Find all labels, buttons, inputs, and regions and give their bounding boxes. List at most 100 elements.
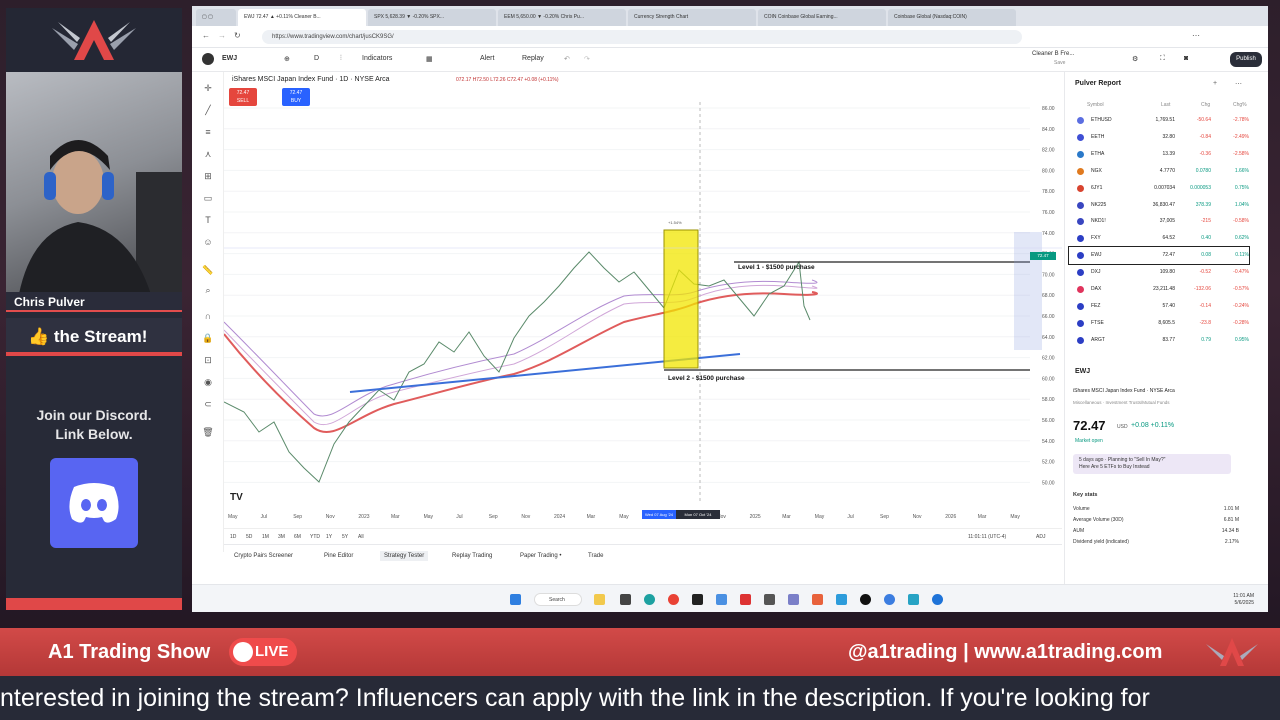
- browser-tab-5[interactable]: COIN Coinbase Global Earning...: [758, 9, 886, 26]
- browser-tab-2[interactable]: SPX 5,628.39 ▼ -0.20% SPX...: [368, 9, 496, 26]
- bottom-tab-5[interactable]: Trade: [588, 553, 603, 559]
- timeframe-ytd[interactable]: YTD: [310, 534, 320, 540]
- undo-icon[interactable]: ↶: [564, 55, 570, 63]
- bottom-tab-1[interactable]: Pine Editor: [324, 553, 353, 559]
- nav-back-icon[interactable]: ←: [202, 31, 210, 40]
- browser-menu-icon[interactable]: ⋯: [1192, 31, 1200, 40]
- user-avatar[interactable]: [202, 53, 214, 65]
- publish-button[interactable]: Publish: [1230, 52, 1262, 67]
- watchlist-row[interactable]: EETH 32.80 -0.84 -2.49%: [1069, 129, 1249, 146]
- browser-tab-3[interactable]: EEM 5,650.00 ▼ -0.20% Chris Pu...: [498, 9, 626, 26]
- browser-tab-6[interactable]: Coinbase Global (Nasdaq:COIN): [888, 9, 1016, 26]
- taskbar-clock[interactable]: 11:01 AM 5/6/2025: [1233, 593, 1254, 607]
- url-field[interactable]: https://www.tradingview.com/chart/jusCK9…: [262, 30, 1022, 44]
- app-icon-4[interactable]: [740, 594, 751, 605]
- lock-drawings-icon[interactable]: 🔒: [202, 332, 214, 344]
- more-menu-icon[interactable]: ⋯: [1235, 80, 1242, 88]
- explorer-icon[interactable]: [594, 594, 605, 605]
- col-last[interactable]: Last: [1161, 102, 1170, 108]
- app-icon-10[interactable]: [884, 594, 895, 605]
- alert-button[interactable]: Alert: [480, 55, 494, 62]
- symbol-search[interactable]: EWJ: [222, 55, 237, 62]
- watchlist-row[interactable]: FTSE 8,605.5 -23.8 -0.28%: [1069, 315, 1249, 332]
- crosshair-icon[interactable]: ✛: [202, 82, 214, 94]
- col-chgpct[interactable]: Chg%: [1233, 102, 1247, 108]
- watchlist-title[interactable]: Pulver Report: [1075, 80, 1121, 87]
- fib-icon[interactable]: ≡: [202, 126, 214, 138]
- taskbar-search[interactable]: Search: [534, 593, 582, 606]
- timeframe-5y[interactable]: 5Y: [342, 534, 348, 540]
- fullscreen-icon[interactable]: ⛶: [1160, 55, 1165, 63]
- settings-gear-icon[interactable]: ⚙: [1132, 55, 1138, 63]
- app-icon-12[interactable]: [932, 594, 943, 605]
- app-icon-1[interactable]: [620, 594, 631, 605]
- watchlist-row[interactable]: ETHUSD 1,769.51 -50.64 -2.78%: [1069, 112, 1249, 129]
- bottom-tab-4[interactable]: Paper Trading •: [520, 553, 561, 559]
- reload-icon[interactable]: ↻: [234, 31, 241, 40]
- interval-d-button[interactable]: D: [314, 55, 319, 62]
- timeframe-1y[interactable]: 1Y: [326, 534, 332, 540]
- timeframe-3m[interactable]: 3M: [278, 534, 285, 540]
- watchlist-row[interactable]: EWJ 72.47 0.08 0.11%: [1068, 246, 1250, 266]
- zoom-icon[interactable]: ⌕: [202, 284, 214, 296]
- text-icon[interactable]: T: [202, 214, 214, 226]
- ruler-icon[interactable]: 📏: [202, 264, 214, 276]
- replay-button[interactable]: Replay: [522, 55, 544, 62]
- eye-icon[interactable]: ◉: [202, 376, 214, 388]
- watchlist-row[interactable]: ARGT 83.77 0.79 0.95%: [1069, 332, 1249, 349]
- camera-icon[interactable]: ◙: [1184, 55, 1188, 62]
- trash-icon[interactable]: 🗑: [202, 426, 214, 438]
- browser-tab-4[interactable]: Currency Strength Chart: [628, 9, 756, 26]
- news-banner[interactable]: 5 days ago · Planning to "Sell In May?" H…: [1073, 454, 1231, 474]
- layout-name[interactable]: Cleaner B Fre...: [1032, 51, 1074, 57]
- adj-toggle[interactable]: ADJ: [1036, 534, 1045, 540]
- rectangle-icon[interactable]: ▭: [202, 192, 214, 204]
- col-symbol[interactable]: Symbol: [1087, 102, 1104, 108]
- indicators-button[interactable]: Indicators: [362, 55, 392, 62]
- app-icon-2[interactable]: [692, 594, 703, 605]
- pattern-icon[interactable]: ⋏: [202, 148, 214, 160]
- timeframe-all[interactable]: All: [358, 534, 364, 540]
- app-icon-3[interactable]: [716, 594, 727, 605]
- watchlist-row[interactable]: DXJ 109.80 -0.52 -0.47%: [1069, 264, 1249, 281]
- add-symbol-icon[interactable]: +: [1213, 80, 1217, 87]
- app-icon-9[interactable]: [860, 594, 871, 605]
- start-icon[interactable]: [510, 594, 521, 605]
- tab-strip-controls[interactable]: ▢ ▢: [196, 9, 236, 26]
- edge-icon[interactable]: [644, 594, 655, 605]
- watchlist-row[interactable]: FXY 64.52 0.40 0.62%: [1069, 230, 1249, 247]
- bottom-tab-0[interactable]: Crypto Pairs Screener: [234, 553, 293, 559]
- bottom-tab-3[interactable]: Replay Trading: [452, 553, 492, 559]
- watchlist-row[interactable]: NKD1! 37,005 -215 -0.58%: [1069, 213, 1249, 230]
- link-icon[interactable]: ⊂: [202, 398, 214, 410]
- nav-forward-icon[interactable]: →: [218, 31, 226, 40]
- redo-icon[interactable]: ↷: [584, 55, 590, 63]
- timeframe-1d[interactable]: 1D: [230, 534, 236, 540]
- app-icon-6[interactable]: [788, 594, 799, 605]
- timeframe-5d[interactable]: 5D: [246, 534, 252, 540]
- timeframe-6m[interactable]: 6M: [294, 534, 301, 540]
- chrome-icon[interactable]: [668, 594, 679, 605]
- watchlist-row[interactable]: DAX 23,211.48 -132.06 -0.57%: [1069, 281, 1249, 298]
- lock-icon[interactable]: ⊡: [202, 354, 214, 366]
- trendline-icon[interactable]: ╱: [202, 104, 214, 116]
- templates-icon[interactable]: ▦: [426, 55, 433, 63]
- timeframe-1m[interactable]: 1M: [262, 534, 269, 540]
- col-chg[interactable]: Chg: [1201, 102, 1210, 108]
- emoji-icon[interactable]: ☺: [202, 236, 214, 248]
- app-icon-11[interactable]: [908, 594, 919, 605]
- forecast-icon[interactable]: ⊞: [202, 170, 214, 182]
- watchlist-row[interactable]: ETHA 13.39 -0.36 -2.58%: [1069, 146, 1249, 163]
- app-icon-5[interactable]: [764, 594, 775, 605]
- app-icon-7[interactable]: [812, 594, 823, 605]
- compare-plus-icon[interactable]: ⊕: [284, 55, 290, 63]
- watchlist-row[interactable]: NGX 4.7770 0.0780 1.66%: [1069, 163, 1249, 180]
- watchlist-row[interactable]: FEZ 57.40 -0.14 -0.24%: [1069, 298, 1249, 315]
- bottom-tab-2[interactable]: Strategy Tester: [380, 551, 429, 561]
- bar-style-icon[interactable]: ⫶: [340, 55, 342, 63]
- watchlist-row[interactable]: NK225 36,830.47 378.39 1.04%: [1069, 197, 1249, 214]
- watchlist-row[interactable]: 6JY1 0.007034 0.000053 0.75%: [1069, 180, 1249, 197]
- price-chart[interactable]: iShares MSCI Japan Index Fund · 1D · NYS…: [224, 72, 1062, 528]
- magnet-icon[interactable]: ∩: [202, 310, 214, 322]
- app-icon-8[interactable]: [836, 594, 847, 605]
